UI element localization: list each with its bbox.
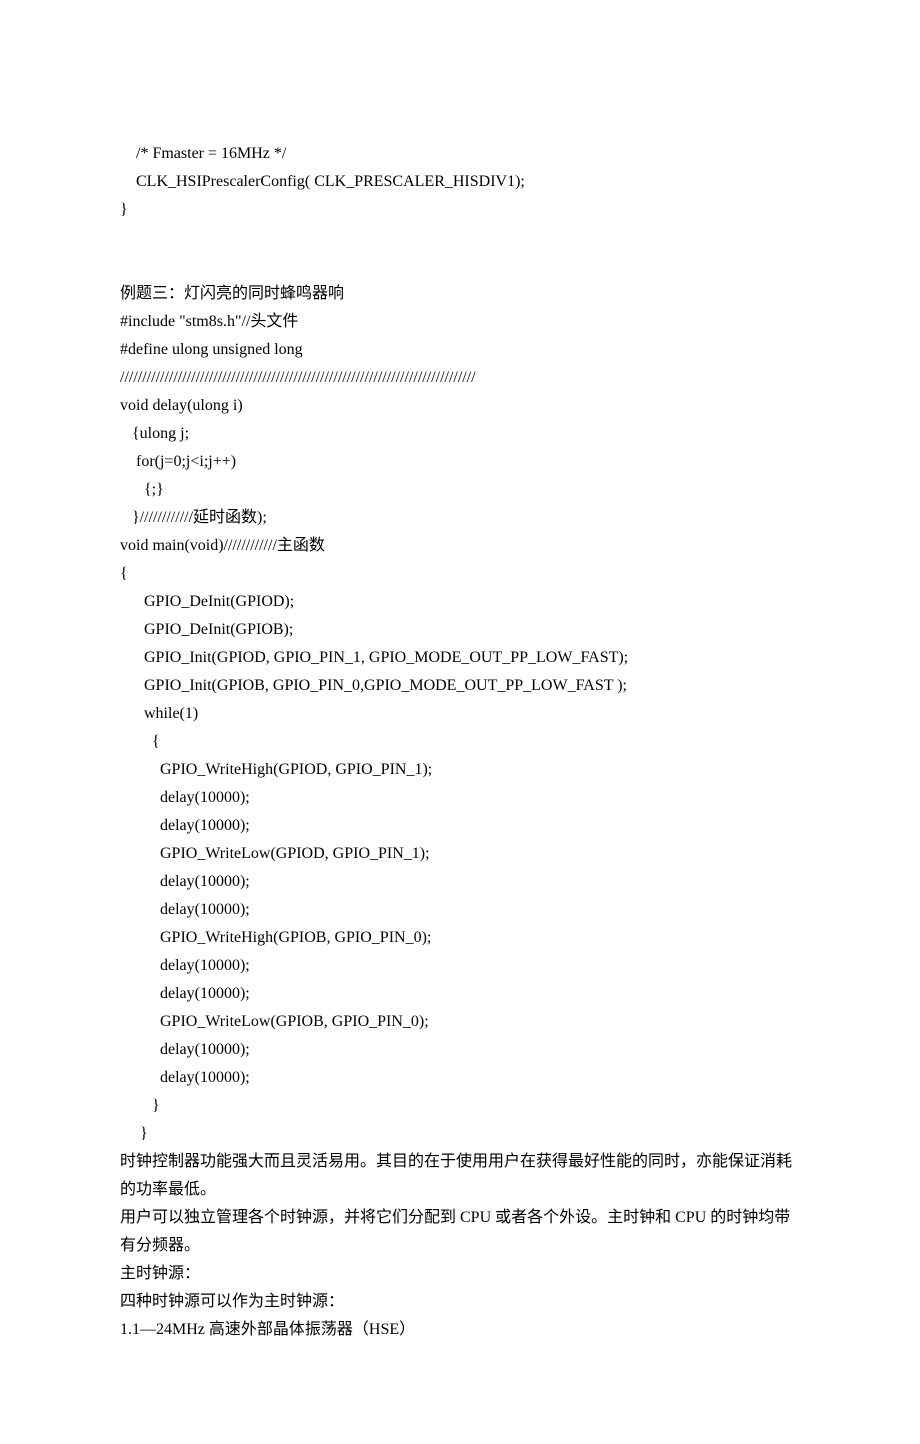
text-line: #include "stm8s.h"//头文件 xyxy=(120,308,800,336)
text-line: 时钟控制器功能强大而且灵活易用。其目的在于使用用户在获得最好性能的同时，亦能保证… xyxy=(120,1148,800,1204)
text-line: } xyxy=(120,1092,800,1120)
text-line: delay(10000); xyxy=(120,812,800,840)
text-line: delay(10000); xyxy=(120,868,800,896)
text-line: GPIO_Init(GPIOD, GPIO_PIN_1, GPIO_MODE_O… xyxy=(120,644,800,672)
text-line: GPIO_DeInit(GPIOD); xyxy=(120,588,800,616)
text-line: GPIO_Init(GPIOB, GPIO_PIN_0,GPIO_MODE_OU… xyxy=(120,672,800,700)
text-line: delay(10000); xyxy=(120,784,800,812)
text-line: GPIO_WriteLow(GPIOB, GPIO_PIN_0); xyxy=(120,1008,800,1036)
text-line: } xyxy=(120,1120,800,1148)
text-line: delay(10000); xyxy=(120,1064,800,1092)
text-line: void delay(ulong i) xyxy=(120,392,800,420)
text-line: GPIO_DeInit(GPIOB); xyxy=(120,616,800,644)
text-line xyxy=(120,224,800,252)
document-page: /* Fmaster = 16MHz */ CLK_HSIPrescalerCo… xyxy=(0,0,920,1444)
text-line: delay(10000); xyxy=(120,952,800,980)
text-line: GPIO_WriteHigh(GPIOD, GPIO_PIN_1); xyxy=(120,756,800,784)
text-line: 用户可以独立管理各个时钟源，并将它们分配到 CPU 或者各个外设。主时钟和 CP… xyxy=(120,1204,800,1260)
text-line: 四种时钟源可以作为主时钟源： xyxy=(120,1288,800,1316)
text-line xyxy=(120,252,800,280)
text-line: {ulong j; xyxy=(120,420,800,448)
text-line: 主时钟源： xyxy=(120,1260,800,1288)
text-line: } xyxy=(120,196,800,224)
text-line: delay(10000); xyxy=(120,1036,800,1064)
text-line: while(1) xyxy=(120,700,800,728)
text-line: void main(void)////////////主函数 xyxy=(120,532,800,560)
text-line: }////////////延时函数); xyxy=(120,504,800,532)
text-line: ////////////////////////////////////////… xyxy=(120,364,800,392)
text-line: GPIO_WriteHigh(GPIOB, GPIO_PIN_0); xyxy=(120,924,800,952)
text-line: 1.1—24MHz 高速外部晶体振荡器（HSE） xyxy=(120,1316,800,1344)
text-line: delay(10000); xyxy=(120,896,800,924)
text-line: for(j=0;j<i;j++) xyxy=(120,448,800,476)
text-line: GPIO_WriteLow(GPIOD, GPIO_PIN_1); xyxy=(120,840,800,868)
text-line: 例题三：灯闪亮的同时蜂鸣器响 xyxy=(120,280,800,308)
text-line: delay(10000); xyxy=(120,980,800,1008)
text-line: #define ulong unsigned long xyxy=(120,336,800,364)
text-line: /* Fmaster = 16MHz */ xyxy=(120,140,800,168)
text-line: { xyxy=(120,728,800,756)
text-line: { xyxy=(120,560,800,588)
text-line: {;} xyxy=(120,476,800,504)
text-line: CLK_HSIPrescalerConfig( CLK_PRESCALER_HI… xyxy=(120,168,800,196)
